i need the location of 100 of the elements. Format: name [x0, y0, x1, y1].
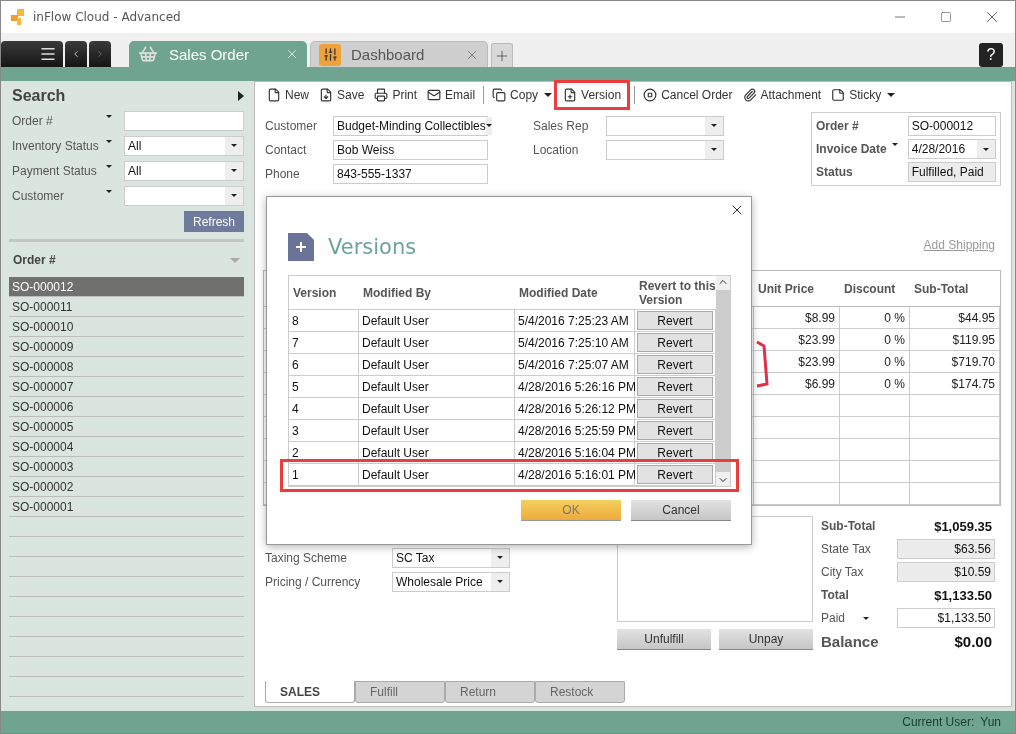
- close-tab-icon[interactable]: [285, 47, 299, 61]
- filter-input[interactable]: [124, 110, 244, 131]
- dropdown-field[interactable]: [606, 115, 724, 136]
- table-cell: 5/4/2016 7:25:23 AM: [515, 310, 635, 332]
- input-field[interactable]: $1,133.50: [897, 608, 995, 628]
- order-list-item[interactable]: SO-000003: [9, 457, 244, 477]
- action-button[interactable]: Unpay: [719, 629, 813, 650]
- order-list-item[interactable]: SO-000002: [9, 477, 244, 497]
- filter-dropdown[interactable]: [124, 185, 244, 206]
- refresh-button[interactable]: Refresh: [184, 211, 244, 232]
- toolbar-button[interactable]: Print: [370, 84, 422, 106]
- user-name: Yun: [980, 715, 1001, 729]
- revert-button[interactable]: Revert: [637, 355, 713, 374]
- revert-button[interactable]: Revert: [637, 333, 713, 352]
- copy-icon: [492, 88, 507, 102]
- table-cell: Default User: [359, 376, 515, 398]
- dropdown-field[interactable]: Wholesale Price: [392, 571, 510, 592]
- revert-button[interactable]: Revert: [637, 399, 713, 418]
- total-value: $1,133.50: [934, 587, 993, 603]
- maximize-icon[interactable]: [940, 11, 952, 23]
- status-field[interactable]: Fulfilled, Paid: [907, 161, 996, 182]
- revert-button[interactable]: Revert: [637, 465, 713, 484]
- table-cell: 4/28/2016 5:26:12 PM: [515, 398, 635, 420]
- app-logo-icon: [11, 9, 25, 25]
- sort-icon[interactable]: [230, 257, 240, 263]
- date-field[interactable]: 4/28/2016: [907, 139, 996, 159]
- forward-button[interactable]: [89, 41, 111, 67]
- field-label: Sales Rep: [533, 118, 590, 133]
- caret-icon: [106, 189, 112, 193]
- table-cell: Default User: [359, 398, 515, 420]
- table-cell: 4/28/2016 5:16:01 PM: [515, 464, 635, 486]
- input-field[interactable]: 843-555-1337: [333, 163, 488, 184]
- table-cell: 5/4/2016 7:25:10 AM: [515, 332, 635, 354]
- order-list-item[interactable]: SO-000006: [9, 397, 244, 417]
- table-cell: 6: [289, 354, 359, 376]
- dropdown-field[interactable]: SC Tax: [392, 547, 510, 568]
- revert-button[interactable]: Revert: [637, 311, 713, 330]
- cancel-button[interactable]: Cancel: [631, 500, 731, 521]
- caret-icon: [983, 147, 989, 151]
- order-list-item[interactable]: SO-000011: [9, 297, 244, 317]
- dialog-title: Versions: [328, 235, 417, 259]
- total-label: Balance: [821, 632, 879, 650]
- tab[interactable]: Restock: [535, 681, 625, 703]
- toolbar-button[interactable]: New: [263, 84, 313, 106]
- order-list-item[interactable]: SO-000009: [9, 337, 244, 357]
- field-label: Location: [533, 142, 580, 157]
- revert-button[interactable]: Revert: [637, 377, 713, 396]
- document-arrow-icon: [319, 88, 333, 102]
- tab[interactable]: Fulfill: [355, 681, 445, 703]
- toolbar-button[interactable]: Attachment: [738, 84, 826, 106]
- order-list-item[interactable]: SO-000010: [9, 317, 244, 337]
- order-list-item[interactable]: SO-000007: [9, 377, 244, 397]
- field-label: Order #: [816, 119, 860, 134]
- envelope-icon: [427, 88, 442, 102]
- input-field[interactable]: Bob Weiss: [333, 139, 488, 160]
- table-cell: $6.99: [754, 373, 840, 395]
- input-field[interactable]: SO-000012: [907, 116, 996, 137]
- total-label: Sub-Total: [821, 519, 876, 533]
- tab[interactable]: SALES: [265, 681, 355, 703]
- filter-dropdown[interactable]: All: [124, 135, 244, 156]
- dropdown-field[interactable]: [606, 139, 724, 160]
- order-list-item[interactable]: SO-000008: [9, 357, 244, 377]
- order-list-item[interactable]: SO-000004: [9, 437, 244, 457]
- total-label: City Tax: [821, 565, 864, 579]
- menu-icon[interactable]: [39, 45, 57, 63]
- order-list-item[interactable]: SO-000001: [9, 497, 244, 517]
- tab[interactable]: Dashboard: [310, 41, 488, 67]
- revert-button[interactable]: Revert: [637, 421, 713, 440]
- field-label: Phone: [265, 166, 301, 181]
- toolbar-button[interactable]: Sticky: [827, 84, 886, 106]
- order-list-item[interactable]: SO-000012: [9, 277, 244, 297]
- help-button[interactable]: ?: [979, 43, 1003, 67]
- table-cell: [840, 461, 910, 483]
- caret-icon[interactable]: [887, 93, 896, 97]
- version-button[interactable]: Version: [559, 84, 626, 106]
- table-cell: Default User: [359, 354, 515, 376]
- filter-dropdown[interactable]: All: [124, 160, 244, 181]
- total-label: Total: [821, 588, 849, 602]
- back-button[interactable]: [65, 41, 87, 67]
- toolbar-button[interactable]: Copy: [488, 84, 543, 106]
- expand-icon[interactable]: [238, 91, 244, 101]
- action-button[interactable]: Unfulfill: [617, 629, 711, 650]
- toolbar-button[interactable]: Cancel Order: [639, 84, 737, 106]
- toolbar-button[interactable]: Email: [423, 84, 480, 106]
- menu-button[interactable]: [1, 41, 63, 67]
- order-list-item[interactable]: SO-000005: [9, 417, 244, 437]
- table-cell: 3: [289, 420, 359, 442]
- table-cell: 0 %: [840, 329, 910, 351]
- caret-icon: [711, 148, 717, 151]
- caret-icon: [485, 124, 492, 127]
- toolbar-button[interactable]: Save: [315, 84, 369, 106]
- column-header: Modified Date: [515, 276, 635, 310]
- field-label: Taxing Scheme: [265, 550, 349, 565]
- caret-icon[interactable]: [544, 93, 553, 97]
- table-cell: 5/4/2016 7:25:07 AM: [515, 354, 635, 376]
- table-cell: $719.70: [910, 351, 1000, 373]
- tab[interactable]: Return: [445, 681, 535, 703]
- caret-icon: [106, 114, 112, 118]
- table-cell: 8: [289, 310, 359, 332]
- scrollbar-thumb[interactable]: [716, 290, 730, 472]
